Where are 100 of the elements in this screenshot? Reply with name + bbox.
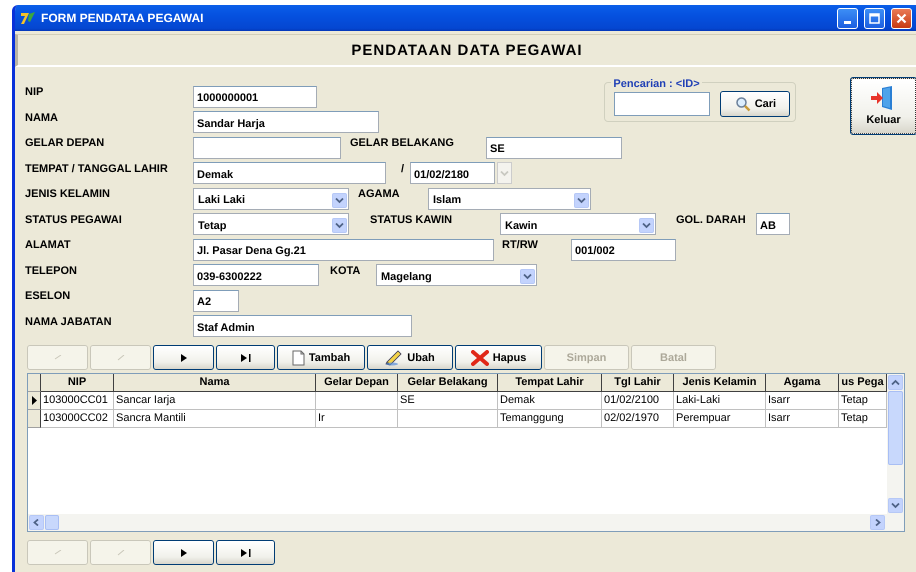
table-cell: Sancar Iarja [114,392,316,410]
combo-box[interactable]: Magelang [376,264,537,286]
field-label: NIP [25,85,44,98]
chevron-down-icon [500,170,509,177]
skip-back-icon [54,550,62,556]
field-label: GELAR DEPAN [25,136,106,149]
text-field[interactable]: 001/002 [571,238,676,261]
combo-box[interactable]: Tetap [193,213,349,236]
chevron-right-icon [873,519,882,526]
field-label: TEMPAT / TANGGAL LAHIR [25,162,169,174]
column-header[interactable]: Tempat Lahir [498,374,602,392]
search-button[interactable]: Cari [720,90,790,116]
field-label: KOTA [330,264,362,276]
navigation-button[interactable] [216,540,275,565]
date-field[interactable]: 01/02/2180 [410,162,495,184]
row-indicator[interactable] [28,410,41,428]
field-label: STATUS PEGAWAI [25,212,123,226]
text-field[interactable]: 039-6300222 [193,264,319,286]
column-header[interactable]: us Pega [839,374,887,392]
text-field[interactable]: Demak [193,162,386,184]
maximize-button[interactable] [864,8,885,28]
field-label: JENIS KELAMIN [25,187,111,200]
field-label: TELEPON [25,264,78,276]
table-cell: SE [398,392,498,410]
text-field[interactable]: Jl. Pasar Dena Gg.21 [193,238,494,261]
field-label: NAMA [25,110,59,124]
field-label: AGAMA [358,187,401,200]
delete-icon [470,350,489,366]
back-icon [116,354,124,360]
table-cell: Sancra Mantili [114,410,316,428]
column-header[interactable]: Tgl Lahir [602,374,674,392]
form-heading: PENDATAAN DATA PEGAWAI [351,42,583,58]
combo-box[interactable]: Kawin [500,213,656,236]
toolbar-button[interactable]: Hapus [455,345,542,370]
app-icon [20,10,36,26]
table-cell: Isarr [766,410,839,428]
close-icon [896,12,907,24]
column-header[interactable]: Gelar Belakang [398,374,498,392]
field-label: GELAR BELAKANG [350,136,455,149]
field-label: ESELON [25,289,72,302]
table-cell: 103000CC01 [41,392,114,410]
column-header[interactable]: Jenis Kelamin [674,374,766,392]
field-label: NAMA JABATAN [25,314,113,328]
table-cell: 02/02/1970 [602,410,674,428]
skip-back-icon [54,354,62,360]
skip-forward-icon [240,548,250,556]
navigation-button[interactable] [216,345,275,370]
chevron-left-icon [32,519,41,526]
table-cell: Ir [316,410,398,428]
text-field[interactable]: AB [756,213,790,236]
table-cell: Perempuar [674,410,766,428]
text-field[interactable]: Sandar Harja [193,111,379,134]
field-label: ALAMAT [25,238,72,251]
play-icon [180,354,186,362]
column-header[interactable]: Agama [766,374,839,392]
scrollbar-thumb[interactable] [888,391,903,465]
toolbar-button[interactable]: Tambah [277,345,365,370]
combo-box[interactable]: Islam [428,188,591,210]
play-icon [180,548,186,556]
text-field[interactable]: Staf Admin [193,315,412,338]
header-corner [28,374,41,392]
maximize-icon [869,12,880,24]
search-icon [734,96,751,112]
search-field[interactable] [614,92,710,116]
chevron-up-icon [891,379,900,386]
column-header[interactable]: NIP [41,374,114,392]
minimize-icon [844,20,851,24]
navigation-button[interactable] [153,345,214,370]
back-icon [116,550,124,556]
text-field[interactable]: SE [486,136,622,159]
column-header[interactable]: Nama [114,374,316,392]
current-row-icon [32,396,36,405]
text-field[interactable] [193,136,341,159]
chevron-down-icon [891,502,900,509]
field-label: RT/RW [502,238,539,251]
close-button[interactable] [891,8,912,28]
field-label: / [401,162,406,174]
row-indicator[interactable] [28,392,41,410]
toolbar-button[interactable]: Ubah [367,345,453,370]
table-cell: 01/02/2100 [602,392,674,410]
text-field[interactable]: 1000000001 [193,86,317,108]
minimize-button[interactable] [837,8,858,28]
page-icon [292,350,305,366]
vertical-scrollbar[interactable] [887,374,904,514]
table-cell: Isarr [766,392,839,410]
table-cell: Demak [498,392,602,410]
horizontal-scrollbar[interactable] [28,514,904,531]
table-cell: Temanggung [498,410,602,428]
skip-forward-icon [240,354,250,362]
exit-button[interactable]: Keluar [850,78,916,134]
scrollbar-thumb[interactable] [45,515,59,530]
table-cell: Laki-Laki [674,392,766,410]
window-title: FORM PENDATAA PEGAWAI [41,11,204,25]
combo-box[interactable]: Laki Laki [193,188,349,210]
navigation-button[interactable] [153,540,214,565]
column-header[interactable]: Gelar Depan [316,374,398,392]
field-label: STATUS KAWIN [370,212,454,226]
field-label: GOL. DARAH [676,212,747,226]
pencil-icon [385,350,404,366]
text-field[interactable]: A2 [193,290,239,312]
